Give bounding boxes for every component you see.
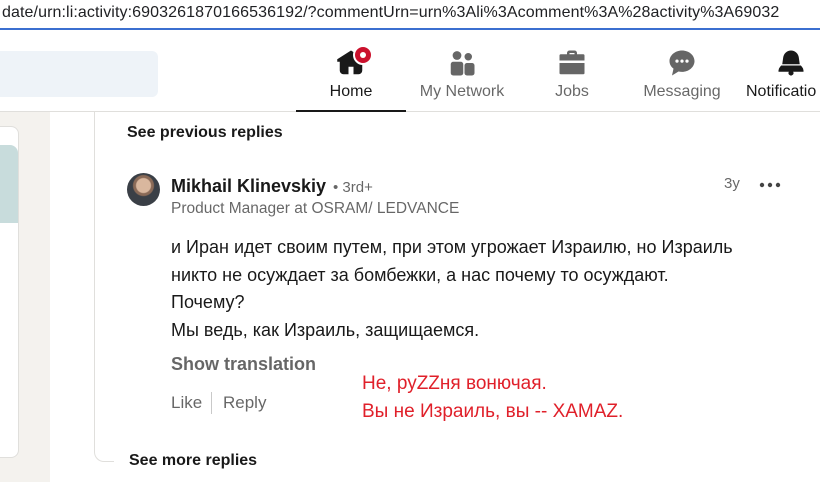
action-divider [211,392,212,414]
comment-text: и Иран идет своим путем, при этом угрожа… [171,234,791,344]
thread-connector [94,112,114,462]
people-icon [450,51,475,76]
chat-bubble-icon [669,50,695,76]
notification-badge [353,45,373,65]
url-text[interactable]: date/urn:li:activity:6903261870166536192… [2,4,779,22]
author-name[interactable]: Mikhail Klinevskiy [171,176,326,197]
connection-degree: • 3rd+ [333,179,373,196]
profile-card [0,126,19,458]
briefcase-icon [559,50,585,75]
avatar[interactable] [127,173,160,206]
annotation-line: Не, руZZня вонючая. [362,373,547,394]
nav-jobs[interactable]: Jobs [528,30,616,112]
reply-button[interactable]: Reply [223,393,266,413]
browser-address-bar[interactable]: date/urn:li:activity:6903261870166536192… [0,0,820,30]
nav-my-network-label: My Network [419,83,505,100]
show-translation-button[interactable]: Show translation [171,354,316,375]
nav-messaging-label: Messaging [643,83,721,100]
search-input[interactable] [0,51,158,97]
bell-icon [778,50,804,76]
nav-my-network[interactable]: My Network [408,30,516,112]
global-nav: Home My Network Jobs Messaging Notificat… [0,30,820,112]
see-more-replies-button[interactable]: See more replies [129,452,257,470]
nav-messaging[interactable]: Messaging [630,30,734,112]
author-headline: Product Manager at OSRAM/ LEDVANCE [171,200,460,217]
annotation-line: Вы не Израиль, вы -- ХАМАZ. [362,401,624,422]
comment-line: Почему? [171,292,245,312]
nav-jobs-label: Jobs [555,83,589,100]
comment-line: никто не осуждает за бомбежки, а нас поч… [171,264,669,285]
nav-home-label: Home [329,83,373,100]
red-annotation: Не, руZZня вонючая. Вы не Израиль, вы --… [362,370,623,426]
nav-notifications[interactable]: Notificatio [742,30,820,112]
like-button[interactable]: Like [171,393,202,413]
comment-line: Мы ведь, как Израиль, защищаемся. [171,319,480,340]
nav-home[interactable]: Home [296,30,406,112]
nav-notifications-label: Notificatio [746,83,817,100]
profile-cover [0,145,18,223]
comment-line: и Иран идет своим путем, при этом угрожа… [171,237,733,257]
comment-timestamp: 3y [724,175,740,192]
see-previous-replies-button[interactable]: See previous replies [127,124,283,142]
more-options-icon[interactable] [758,176,782,194]
